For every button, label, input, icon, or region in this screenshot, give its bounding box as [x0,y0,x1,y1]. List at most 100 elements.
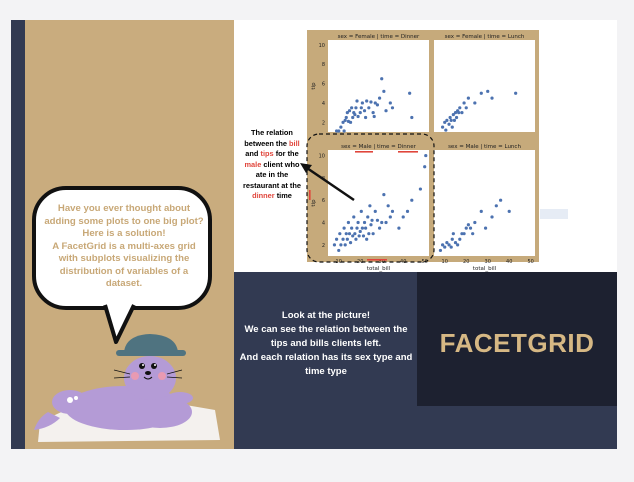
scatter-point [380,220,384,225]
scatter-point [490,215,494,219]
y-axis-label: tip [311,82,317,90]
scatter-point [443,245,447,249]
scatter-point [473,220,477,225]
bubble-line: A FacetGrid is a multi-axes grid [52,240,196,252]
scatter-point [397,226,401,230]
scatter-point [364,226,368,230]
annotation-line: and tips for the [240,149,304,160]
scatter-point [345,237,349,241]
chart-annotation: The relation between the bill and tips f… [240,128,304,202]
scatter-point [332,243,337,247]
scatter-point [355,226,359,230]
scatter-point [410,115,414,120]
slide-title: FACETGRID [439,328,595,358]
facetgrid-chart: sex = Female | time = Dinner 2 4 6 8 10 tip sex… [306,34,535,272]
scatter-point [342,226,346,230]
scatter-point [438,248,443,253]
scatter-point [367,232,371,236]
scatter-point [384,220,388,225]
scatter-point [370,218,374,222]
scatter-point [499,198,503,202]
scatter-point [371,232,375,236]
scatter-point [356,114,360,119]
scatter-point [369,100,373,104]
scatter-point [351,115,355,120]
scatter-point [352,215,356,219]
scatter-point [471,232,475,236]
scatter-point [362,109,367,113]
annotation-text: between the [244,138,290,148]
scatter-point [388,215,392,219]
facet-panel-4 [434,150,535,256]
y-tick-label: 8 [322,62,325,68]
scatter-point [366,215,370,219]
seal-mascot-illustration [34,334,220,442]
title-underline-dinner [398,151,418,153]
scatter-point [377,96,382,100]
scatter-point [344,232,348,236]
scatter-point [423,165,427,169]
description-line: Look at the picture! [281,310,371,321]
scatter-point [367,106,371,110]
scatter-point [514,91,518,95]
scatter-point [365,99,369,103]
scatter-point [346,220,351,225]
scatter-point [464,106,468,110]
description-line: We can see the relation between the [244,324,408,335]
annotation-arrow [300,163,355,202]
scatter-point [486,89,490,93]
scatter-point [490,96,494,100]
scatter-point [354,106,358,110]
scatter-point [462,101,466,105]
annotation-line: restaurant at the [243,180,301,190]
bubble-line: dataset. [105,278,143,289]
scatter-point [384,109,388,113]
facet-title: sex = Female | time = Dinner [338,34,420,40]
scatter-point [450,125,454,129]
x-tick-label: 40 [506,259,512,265]
scatter-point [353,232,357,236]
annotation-line: ate in the [255,170,289,179]
annotation-highlight: dinner [252,191,275,200]
scatter-point [466,223,470,227]
annotation-line: dinner time [240,191,304,202]
navy-side-strip [11,20,25,449]
scatter-point [356,220,360,225]
scatter-point [375,103,380,107]
scatter-point [483,226,488,230]
scatter-point [462,232,466,236]
scatter-point [494,204,498,208]
scatter-point [473,101,477,105]
scatter-point [375,218,380,222]
scatter-point [449,118,453,122]
scatter-point [382,193,386,197]
scatter-point [350,106,354,110]
scatter-point [337,129,341,133]
scatter-point [479,91,483,95]
scatter-point [359,209,363,213]
scatter-point [369,223,373,227]
facet-title: sex = Male | time = Lunch [448,144,521,150]
scatter-point [454,115,459,120]
scatter-point [418,187,423,191]
bubble-line: Here is a solution! [82,228,166,239]
x-tick-label: 10 [442,259,448,265]
scatter-point [347,232,352,236]
annotation-line: The relation [251,128,293,137]
scatter-point [458,237,462,241]
scatter-point [364,115,368,120]
scatter-point [390,209,395,213]
scatter-point [447,122,451,126]
scatter-point [386,204,390,208]
annotation-line: between the bill [240,139,304,150]
scatter-point [449,245,453,249]
scatter-point [456,243,460,247]
annotation-text: and [245,149,261,158]
scatter-point [348,120,353,124]
scatter-point [350,226,354,230]
scatter-point [457,111,461,115]
scatter-point [452,118,457,122]
bubble-line: with subplots visualizing the [58,253,190,264]
scatter-point [372,114,376,119]
scatter-point [460,111,464,115]
